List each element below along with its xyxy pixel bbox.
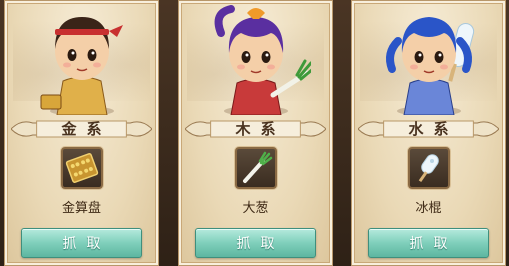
item-slot[interactable] (234, 147, 277, 189)
item-name: 冰棍 (415, 201, 442, 216)
capture-button[interactable]: 抓取 (21, 228, 142, 258)
hero-portrait-purple-girl (214, 5, 311, 115)
golden-abacus-icon (65, 153, 98, 183)
element-card-wood[interactable]: 木系 大葱 抓取 (178, 0, 333, 266)
element-card-metal[interactable]: 金系 金算盘 抓取 (4, 0, 159, 266)
popsicle-icon (418, 154, 439, 183)
hero-portrait-blue-girl (385, 17, 474, 115)
hero-portrait-boy (40, 17, 123, 115)
item-slot[interactable] (60, 147, 103, 189)
element-banner: 水系 (358, 117, 499, 141)
capture-button[interactable]: 抓取 (195, 228, 316, 258)
capture-button[interactable]: 抓取 (368, 228, 489, 258)
element-banner: 木系 (185, 117, 326, 141)
green-onion-icon (242, 151, 272, 183)
element-label: 金系 (61, 120, 112, 138)
item-slot[interactable] (407, 147, 450, 189)
item-name: 大葱 (242, 201, 269, 216)
element-label: 木系 (235, 120, 286, 138)
item-name: 金算盘 (61, 201, 101, 216)
character-select-screen: 金系 金算盘 抓取 木系 大葱 抓取 水系 冰棍 抓取 (0, 0, 509, 266)
element-banner: 金系 (11, 117, 152, 141)
element-card-water[interactable]: 水系 冰棍 抓取 (351, 0, 506, 266)
element-label: 水系 (408, 120, 459, 138)
